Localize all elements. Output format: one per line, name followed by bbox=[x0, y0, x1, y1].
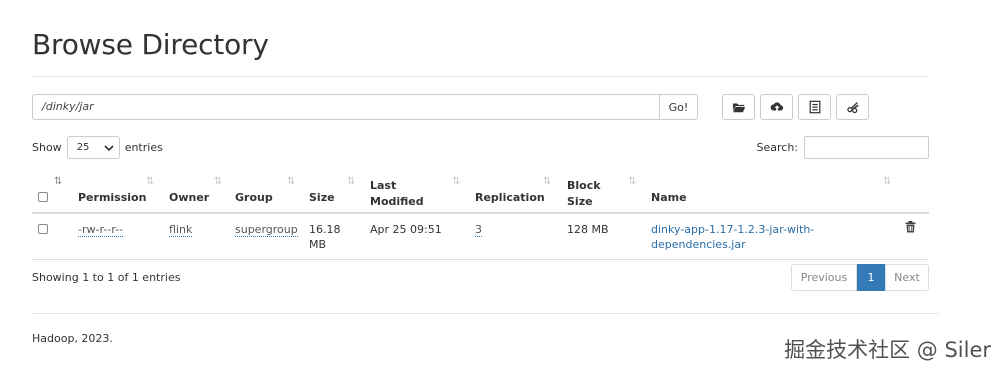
path-input[interactable]: /dinky/jar bbox=[32, 94, 659, 120]
watermark: 掘金技术社区 @ Siler bbox=[784, 338, 991, 362]
sort-asc-icon[interactable]: ⇅ bbox=[54, 176, 62, 187]
group-value[interactable]: supergroup bbox=[235, 223, 298, 237]
sort-icon[interactable]: ⇅ bbox=[543, 176, 551, 187]
owner-value[interactable]: flink bbox=[169, 223, 193, 237]
page-title: Browse Directory bbox=[32, 28, 269, 61]
create-directory-button[interactable] bbox=[722, 94, 755, 120]
cut-icon bbox=[846, 102, 859, 114]
sort-icon[interactable]: ⇅ bbox=[452, 176, 460, 187]
last-modified-value: Apr 25 09:51 bbox=[370, 223, 442, 236]
search-control: Search: bbox=[756, 136, 929, 159]
sort-icon[interactable]: ⇅ bbox=[287, 176, 295, 187]
previous-page-button[interactable]: Previous bbox=[791, 264, 857, 291]
search-label: Search: bbox=[756, 141, 799, 154]
path-bar: /dinky/jar Go! bbox=[32, 94, 698, 120]
sort-icon[interactable]: ⇅ bbox=[146, 176, 154, 187]
toolbar bbox=[722, 94, 869, 120]
search-input[interactable] bbox=[804, 136, 929, 159]
upload-cloud-icon bbox=[770, 102, 783, 112]
go-button[interactable]: Go! bbox=[659, 94, 698, 120]
current-page-button[interactable]: 1 bbox=[857, 264, 885, 291]
pagination: Previous 1 Next bbox=[791, 264, 929, 291]
table-row: -rw-r--r-- flink supergroup 16.18 MB Apr… bbox=[32, 214, 929, 260]
sort-icon[interactable]: ⇅ bbox=[347, 176, 355, 187]
show-label: Show bbox=[32, 141, 62, 154]
cut-button[interactable] bbox=[836, 94, 869, 120]
block-size-value: 128 MB bbox=[567, 223, 609, 236]
column-block-size[interactable]: Block Size bbox=[567, 178, 627, 210]
entries-label: entries bbox=[124, 141, 163, 154]
footer-divider bbox=[32, 313, 939, 314]
file-name-link[interactable]: dinky-app-1.17-1.2.3-jar-with- dependenc… bbox=[651, 222, 814, 252]
list-icon bbox=[809, 100, 820, 114]
next-page-button[interactable]: Next bbox=[885, 264, 929, 291]
page-size-control: Show 25 entries bbox=[32, 136, 163, 159]
footer-text: Hadoop, 2023. bbox=[32, 332, 113, 345]
list-button[interactable] bbox=[798, 94, 831, 120]
replication-value[interactable]: 3 bbox=[475, 223, 482, 237]
sort-icon[interactable]: ⇅ bbox=[883, 176, 891, 187]
permission-value[interactable]: -rw-r--r-- bbox=[78, 223, 123, 237]
folder-open-icon bbox=[732, 103, 745, 113]
sort-icon[interactable]: ⇅ bbox=[214, 176, 222, 187]
chevron-down-icon bbox=[104, 144, 114, 151]
size-value: 16.18 MB bbox=[309, 223, 341, 251]
page-size-select[interactable]: 25 bbox=[66, 136, 120, 159]
column-name[interactable]: Name bbox=[651, 178, 731, 206]
delete-button[interactable] bbox=[905, 221, 916, 237]
page-size-value: 25 bbox=[76, 142, 90, 153]
column-group[interactable]: Group bbox=[235, 178, 295, 206]
select-all-checkbox[interactable] bbox=[38, 192, 48, 202]
trash-icon bbox=[905, 221, 916, 233]
row-checkbox[interactable] bbox=[38, 224, 48, 234]
table-header: ⇅ Permission ⇅ Owner ⇅ Group ⇅ Size ⇅ La… bbox=[32, 168, 929, 214]
column-last-modified[interactable]: Last Modified bbox=[370, 178, 460, 210]
sort-icon[interactable]: ⇅ bbox=[628, 176, 636, 187]
title-divider bbox=[32, 76, 929, 77]
table-info: Showing 1 to 1 of 1 entries bbox=[32, 271, 181, 284]
upload-button[interactable] bbox=[760, 94, 793, 120]
